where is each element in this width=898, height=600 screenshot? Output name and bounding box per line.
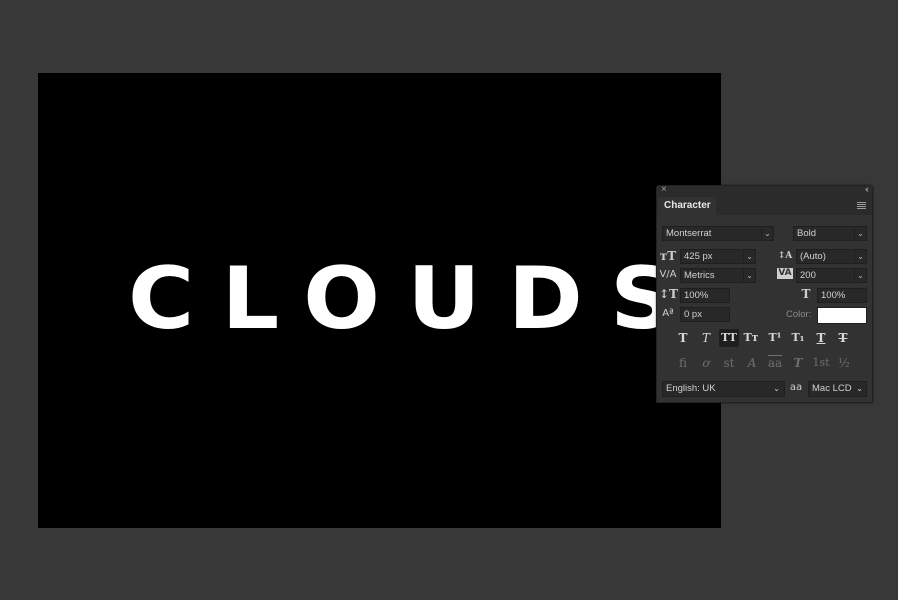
baseline-shift-input[interactable]: 0 px (680, 307, 730, 322)
fractions-button[interactable]: ½ (834, 354, 854, 372)
contextual-alternates-button[interactable]: ơ (696, 354, 716, 372)
leading-icon: ↕A (777, 251, 793, 261)
canvas-text-layer[interactable]: CLOUDS (128, 256, 702, 342)
font-family-dropdown-icon[interactable]: ⌄ (761, 226, 774, 241)
standard-ligatures-button[interactable]: fi (673, 354, 693, 372)
antialias-dropdown-icon: ⌄ (856, 384, 863, 393)
language-select[interactable]: English: UK ⌄ (662, 381, 785, 397)
font-family-select[interactable]: Montserrat (662, 226, 762, 241)
leading-input[interactable]: (Auto) (796, 249, 856, 264)
tracking-icon: VA (777, 268, 793, 279)
swash-button[interactable]: A (742, 354, 762, 372)
all-caps-button[interactable]: TT (719, 329, 739, 347)
font-style-dropdown-icon[interactable]: ⌄ (854, 226, 867, 241)
baseline-shift-icon: Aª (662, 308, 674, 319)
workspace: CLOUDS × ‹‹ Character Montserrat ⌄ Bold … (0, 0, 898, 600)
color-swatch[interactable] (817, 307, 867, 324)
language-value: English: UK (666, 383, 716, 394)
titling-alternates-button[interactable]: T (788, 354, 808, 372)
document-canvas[interactable]: CLOUDS (38, 73, 721, 528)
tracking-input[interactable]: 200 (796, 268, 856, 283)
faux-italic-button[interactable]: T (696, 329, 716, 347)
font-size-icon: ᴛT (659, 249, 677, 263)
font-style-select[interactable]: Bold (793, 226, 855, 241)
language-dropdown-icon: ⌄ (773, 384, 780, 393)
faux-bold-button[interactable]: T (673, 329, 693, 347)
subscript-button[interactable]: T₁ (788, 329, 808, 347)
strikethrough-button[interactable]: T (833, 329, 853, 347)
kerning-dropdown-icon[interactable]: ⌄ (743, 268, 756, 283)
panel-menu-icon[interactable] (857, 202, 866, 209)
character-panel: × ‹‹ Character Montserrat ⌄ Bold ⌄ ᴛT 42… (656, 184, 873, 403)
vertical-scale-icon: ↕T (659, 287, 678, 301)
horizontal-scale-input[interactable]: 100% (817, 288, 867, 303)
tab-character[interactable]: Character (658, 197, 716, 215)
kerning-select[interactable]: Metrics (680, 268, 745, 283)
antialias-icon: aa (789, 382, 803, 393)
ordinals-button[interactable]: 1st (809, 354, 833, 372)
panel-topbar[interactable]: × ‹‹ (657, 184, 872, 197)
antialias-select[interactable]: Mac LCD ⌄ (808, 381, 867, 397)
vertical-scale-input[interactable]: 100% (680, 288, 730, 303)
font-size-input[interactable]: 425 px (680, 249, 745, 264)
font-size-dropdown-icon[interactable]: ⌄ (743, 249, 756, 264)
antialias-value: Mac LCD (812, 383, 852, 394)
stylistic-alternates-button[interactable]: aa (765, 354, 785, 372)
small-caps-button[interactable]: Tт (741, 329, 761, 347)
superscript-button[interactable]: T¹ (765, 329, 785, 347)
panel-tabbar: Character (657, 197, 872, 215)
horizontal-scale-icon: T (801, 287, 811, 301)
close-icon[interactable]: × (661, 184, 667, 195)
kerning-icon: V/A (659, 269, 677, 280)
collapse-icon[interactable]: ‹‹ (865, 184, 869, 194)
underline-button[interactable]: T (811, 329, 831, 347)
discretionary-ligatures-button[interactable]: st (719, 354, 739, 372)
leading-dropdown-icon[interactable]: ⌄ (854, 249, 867, 264)
color-label: Color: (786, 309, 812, 320)
tracking-dropdown-icon[interactable]: ⌄ (854, 268, 867, 283)
